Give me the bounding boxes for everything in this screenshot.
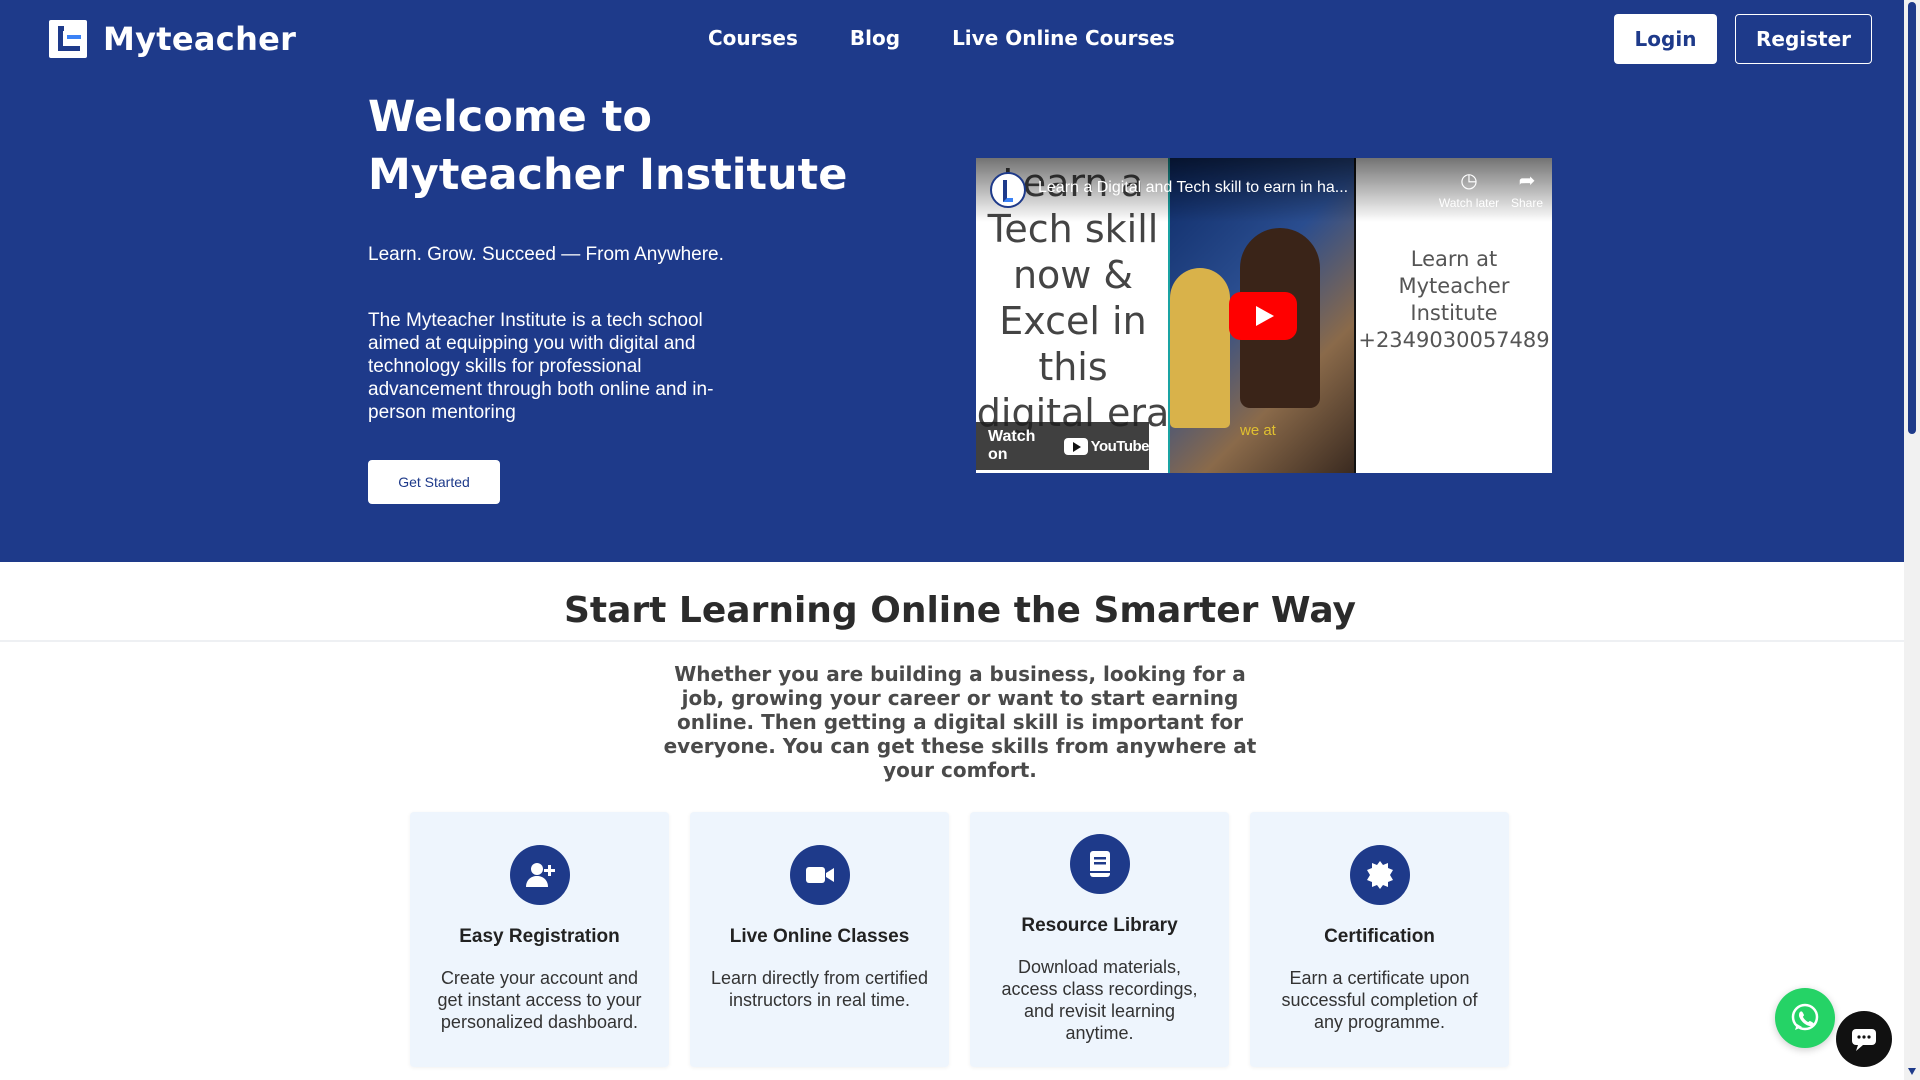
whatsapp-icon — [1791, 1003, 1819, 1031]
nav-links: Courses Blog Live Online Courses — [708, 26, 1175, 50]
feature-title: Certification — [1324, 926, 1435, 947]
certificate-badge-icon — [1350, 845, 1410, 905]
play-button-icon[interactable] — [1229, 292, 1297, 340]
feature-text: Earn a certificate upon successful compl… — [1281, 968, 1478, 1032]
myteacher-logo-icon — [49, 20, 87, 58]
login-button[interactable]: Login — [1614, 14, 1717, 64]
section-divider — [0, 640, 1904, 642]
video-right-text: Learn at Myteacher Institute +2349030057… — [1358, 247, 1550, 352]
watch-on-label: Watch on — [988, 428, 1036, 463]
scroll-down-arrow-icon[interactable] — [1908, 1068, 1916, 1075]
feature-card-live-online-classes: Live Online Classes Learn directly from … — [690, 812, 949, 1067]
brand-name: Myteacher — [103, 20, 297, 58]
feature-card-certification: Certification Earn a certificate upon su… — [1250, 812, 1509, 1067]
feature-text: Learn directly from certified instructor… — [710, 968, 929, 1010]
scrollbar-thumb[interactable] — [1908, 2, 1916, 434]
user-plus-icon — [510, 845, 570, 905]
feature-card-easy-registration: Easy Registration Create your account an… — [410, 812, 669, 1067]
nav-link-courses[interactable]: Courses — [708, 26, 798, 50]
register-button[interactable]: Register — [1735, 14, 1872, 64]
feature-text: Create your account and get instant acce… — [437, 968, 642, 1032]
section-description: Whether you are building a business, loo… — [663, 662, 1257, 782]
feature-card-resource-library: Resource Library Download materials, acc… — [970, 812, 1229, 1067]
brand-logo-link[interactable]: Myteacher — [49, 20, 296, 58]
video-title[interactable]: Learn a Digital and Tech skill to earn i… — [1038, 179, 1348, 197]
top-navbar: Myteacher Courses Blog Live Online Cours… — [0, 0, 1904, 80]
nav-link-blog[interactable]: Blog — [850, 26, 900, 50]
share-arrow-icon: ➦ — [1518, 170, 1536, 192]
chat-widget-button[interactable] — [1836, 1011, 1892, 1067]
share-button[interactable]: ➦ Share — [1492, 170, 1552, 210]
youtube-video-embed[interactable]: Learn a Tech skill now & Excel in this d… — [976, 158, 1552, 473]
youtube-wordmark: YouTube — [1090, 437, 1150, 455]
video-camera-icon — [790, 845, 850, 905]
feature-title: Live Online Classes — [729, 926, 910, 947]
watch-later-label: Watch later — [1438, 196, 1500, 210]
watch-on-youtube-button[interactable]: Watch on YouTube — [976, 422, 1150, 470]
youtube-logo: YouTube — [1063, 437, 1150, 455]
youtube-play-icon — [1063, 437, 1088, 455]
page-scrollbar[interactable] — [1904, 0, 1920, 1080]
hero-section: Myteacher Courses Blog Live Online Cours… — [0, 0, 1904, 562]
nav-link-live-online-courses[interactable]: Live Online Courses — [952, 26, 1175, 50]
book-icon — [1070, 834, 1130, 894]
hero-title: Welcome to Myteacher Institute — [368, 92, 848, 200]
share-label: Share — [1510, 196, 1544, 210]
feature-text: Download materials, access class recordi… — [1001, 957, 1198, 1043]
feature-cards: Easy Registration Create your account an… — [410, 812, 1509, 1067]
section-title: Start Learning Online the Smarter Way — [564, 590, 1356, 631]
feature-title: Resource Library — [1021, 915, 1178, 936]
hero-tagline: Learn. Grow. Succeed — From Anywhere. — [368, 244, 724, 265]
video-caption: we at — [1240, 422, 1276, 439]
hero-description: The Myteacher Institute is a tech school… — [368, 310, 714, 423]
chat-bubble-icon — [1852, 1029, 1876, 1051]
get-started-button[interactable]: Get Started — [368, 460, 500, 504]
channel-avatar-icon[interactable] — [990, 172, 1026, 208]
whatsapp-button[interactable] — [1775, 988, 1835, 1048]
feature-title: Easy Registration — [459, 926, 620, 947]
